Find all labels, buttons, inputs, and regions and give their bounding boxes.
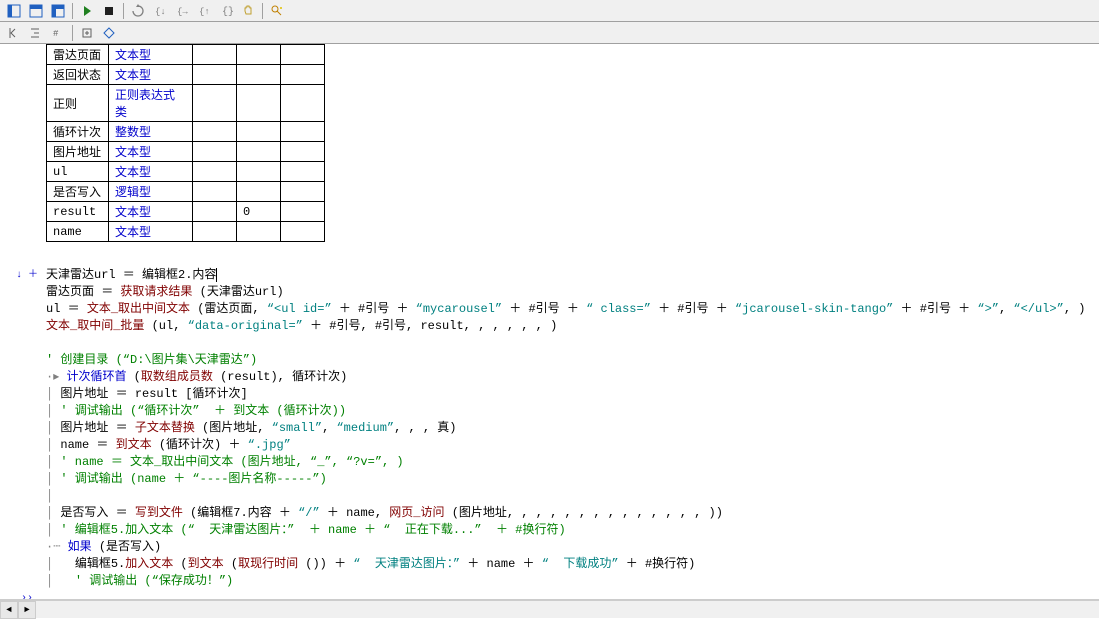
code-editor-area[interactable]: 雷达页面文本型返回状态文本型正则正则表达式类循环计次整数型图片地址文本型ul文本… <box>0 44 1099 600</box>
gutter-down-arrow: ↓ <box>16 267 22 284</box>
braces-icon[interactable]: {} <box>216 2 236 20</box>
collapse-left-icon[interactable] <box>4 24 24 42</box>
gutter-plus: ＋ <box>28 267 38 284</box>
code-fn: 获取请求结果 <box>120 285 192 299</box>
variables-table: 雷达页面文本型返回状态文本型正则正则表达式类循环计次整数型图片地址文本型ul文本… <box>46 44 325 242</box>
code-var: 天津雷达url <box>46 268 116 282</box>
var-init-cell[interactable] <box>237 65 281 85</box>
var-type-link[interactable]: 文本型 <box>115 69 151 83</box>
var-name-cell[interactable]: result <box>47 202 109 222</box>
var-col3[interactable] <box>193 122 237 142</box>
var-col3[interactable] <box>193 142 237 162</box>
var-col3[interactable] <box>193 182 237 202</box>
hand-icon[interactable] <box>238 2 258 20</box>
svg-text:{↑: {↑ <box>199 7 210 17</box>
var-col5[interactable] <box>281 45 325 65</box>
step-into-icon[interactable]: {↓ <box>150 2 170 20</box>
gutter-dbl-right: ›› <box>21 590 33 600</box>
var-init-cell[interactable] <box>237 85 281 122</box>
var-name-cell[interactable]: 是否写入 <box>47 182 109 202</box>
svg-text:{→: {→ <box>177 7 188 17</box>
var-init-cell[interactable] <box>237 222 281 242</box>
var-name-cell[interactable]: 雷达页面 <box>47 45 109 65</box>
table-row[interactable]: 返回状态文本型 <box>47 65 325 85</box>
var-name-cell[interactable]: 循环计次 <box>47 122 109 142</box>
var-name-cell[interactable]: name <box>47 222 109 242</box>
search-icon[interactable] <box>267 2 287 20</box>
layout-left-icon[interactable] <box>4 2 24 20</box>
svg-text:#: # <box>53 29 59 39</box>
toolbar-separator <box>262 3 263 19</box>
var-name-cell[interactable]: 图片地址 <box>47 142 109 162</box>
var-col5[interactable] <box>281 65 325 85</box>
code-comment: ' 创建目录 (“D:\图片集\天津雷达”) <box>46 353 257 367</box>
var-col5[interactable] <box>281 182 325 202</box>
var-type-link[interactable]: 文本型 <box>115 166 151 180</box>
var-type-link[interactable]: 整数型 <box>115 126 151 140</box>
var-name-cell[interactable]: 返回状态 <box>47 65 109 85</box>
var-col5[interactable] <box>281 85 325 122</box>
indent-icon[interactable] <box>26 24 46 42</box>
diamond-icon[interactable] <box>99 24 119 42</box>
table-row[interactable]: result 文本型 0 <box>47 202 325 222</box>
var-init-cell[interactable] <box>237 122 281 142</box>
layout-both-icon[interactable] <box>48 2 68 20</box>
var-name-cell[interactable]: 正则 <box>47 85 109 122</box>
var-col3[interactable] <box>193 85 237 122</box>
toolbar-separator <box>72 3 73 19</box>
var-init-cell[interactable]: 0 <box>237 202 281 222</box>
var-col3[interactable] <box>193 162 237 182</box>
var-init-cell[interactable] <box>237 162 281 182</box>
stop-icon[interactable] <box>99 2 119 20</box>
var-type-link[interactable]: 文本型 <box>115 226 151 240</box>
var-col3[interactable] <box>193 45 237 65</box>
horizontal-scrollbar[interactable]: ◄ ► <box>0 600 1099 618</box>
reload-icon[interactable] <box>128 2 148 20</box>
table-row[interactable]: ul 文本型 <box>47 162 325 182</box>
toolbar-separator <box>72 25 73 41</box>
play-icon[interactable] <box>77 2 97 20</box>
var-type-link[interactable]: 文本型 <box>115 206 151 220</box>
var-col3[interactable] <box>193 222 237 242</box>
var-col5[interactable] <box>281 142 325 162</box>
var-init-cell[interactable] <box>237 182 281 202</box>
var-type-link[interactable]: 文本型 <box>115 146 151 160</box>
step-out-icon[interactable]: {↑ <box>194 2 214 20</box>
table-row[interactable]: 正则正则表达式类 <box>47 85 325 122</box>
toolbar-row-2: # <box>0 22 1099 44</box>
table-row[interactable]: 图片地址文本型 <box>47 142 325 162</box>
number-icon[interactable]: # <box>48 24 68 42</box>
scroll-left-button[interactable]: ◄ <box>0 601 18 619</box>
table-row[interactable]: 循环计次整数型 <box>47 122 325 142</box>
var-type-link[interactable]: 正则表达式类 <box>115 89 175 120</box>
var-type-link[interactable]: 文本型 <box>115 49 151 63</box>
code-block[interactable]: 天津雷达url ＝ 编辑框2.内容 雷达页面 ＝ 获取请求结果 (天津雷达url… <box>46 250 1085 600</box>
toolbar-row-1: {↓ {→ {↑ {} <box>0 0 1099 22</box>
table-row[interactable]: 雷达页面文本型 <box>47 45 325 65</box>
var-init-cell[interactable] <box>237 142 281 162</box>
var-col3[interactable] <box>193 65 237 85</box>
svg-text:{}: {} <box>222 6 233 18</box>
scroll-right-button[interactable]: ► <box>18 601 36 619</box>
text-caret <box>216 268 217 282</box>
var-type-link[interactable]: 逻辑型 <box>115 186 151 200</box>
var-col5[interactable] <box>281 222 325 242</box>
table-row[interactable]: 是否写入逻辑型 <box>47 182 325 202</box>
layout-top-icon[interactable] <box>26 2 46 20</box>
code-gutter: ↓ ＋ ›› <box>14 250 40 600</box>
var-init-cell[interactable] <box>237 45 281 65</box>
svg-text:{↓: {↓ <box>155 7 166 17</box>
var-col3[interactable] <box>193 202 237 222</box>
var-col5[interactable] <box>281 122 325 142</box>
var-col5[interactable] <box>281 202 325 222</box>
var-name-cell[interactable]: ul <box>47 162 109 182</box>
expand-icon[interactable] <box>77 24 97 42</box>
var-col5[interactable] <box>281 162 325 182</box>
step-over-icon[interactable]: {→ <box>172 2 192 20</box>
toolbar-separator <box>123 3 124 19</box>
table-row[interactable]: name 文本型 <box>47 222 325 242</box>
